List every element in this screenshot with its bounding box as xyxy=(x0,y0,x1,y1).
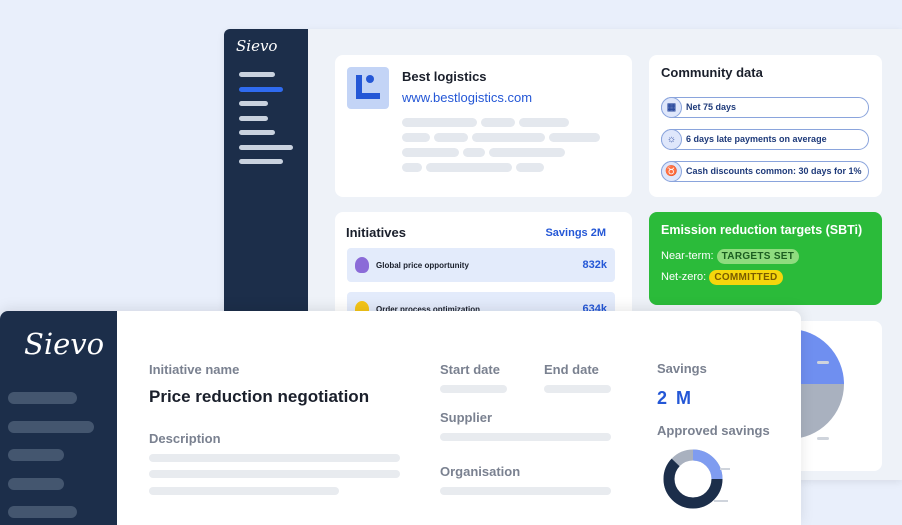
initiatives-savings: Savings 2M xyxy=(545,227,606,239)
lightbulb-icon: ☼ xyxy=(661,129,682,150)
initiative-row[interactable]: Global price opportunity 832k xyxy=(347,248,615,282)
sidebar-item[interactable] xyxy=(8,478,64,490)
sidebar-item-active[interactable] xyxy=(239,87,283,92)
supplier-label: Supplier xyxy=(440,410,493,425)
sidebar-item[interactable] xyxy=(239,159,283,164)
targets-set-badge: TARGETS SET xyxy=(716,249,800,264)
calendar-icon: ▦ xyxy=(661,97,682,118)
donut-highlight-arc xyxy=(692,449,723,480)
savings-label: Savings xyxy=(657,361,707,376)
end-date-field[interactable] xyxy=(544,385,611,393)
community-item: ▦ Net 75 days xyxy=(661,97,869,118)
sievo-logo: Sievo xyxy=(236,37,278,55)
supplier-logo-icon xyxy=(347,67,389,109)
end-date-label: End date xyxy=(544,362,599,377)
sidebar-item[interactable] xyxy=(8,506,77,518)
sidebar-item[interactable] xyxy=(239,101,268,106)
sidebar-item[interactable] xyxy=(239,145,293,150)
initiative-name-value[interactable]: Price reduction negotiation xyxy=(149,387,369,407)
approved-savings-donut xyxy=(663,449,730,509)
sidebar-item[interactable] xyxy=(239,72,275,77)
community-item: ☼ 6 days late payments on average xyxy=(661,129,869,150)
community-data-card: Community data ▦ Net 75 days ☼ 6 days la… xyxy=(649,55,882,197)
near-term-label: Near-term: xyxy=(661,250,714,262)
approved-savings-label: Approved savings xyxy=(657,423,770,438)
sidebar-item[interactable] xyxy=(239,116,268,121)
emission-targets-title: Emission reduction targets (SBTi) xyxy=(661,223,863,237)
committed-badge: COMMITTED xyxy=(709,270,783,285)
community-data-title: Community data xyxy=(661,65,763,80)
initiative-detail-window: Sievo Initiative name Price reduction ne… xyxy=(0,311,801,525)
savings-value: 2 M xyxy=(657,388,694,408)
money-bag-icon xyxy=(355,257,369,273)
emission-targets-card: Emission reduction targets (SBTi) Near-t… xyxy=(649,212,882,305)
piggy-bank-icon: ♉ xyxy=(661,161,682,182)
sidebar-item[interactable] xyxy=(8,421,94,433)
sidebar-item[interactable] xyxy=(8,449,64,461)
net-zero-label: Net-zero: xyxy=(661,271,707,283)
initiative-name-label: Initiative name xyxy=(149,362,240,377)
sievo-logo: Sievo xyxy=(24,327,105,361)
organisation-label: Organisation xyxy=(440,464,521,479)
start-date-field[interactable] xyxy=(440,385,507,393)
community-item: ♉ Cash discounts common: 30 days for 1% xyxy=(661,161,869,182)
supplier-field[interactable] xyxy=(440,433,611,441)
description-field[interactable] xyxy=(149,454,400,462)
initiatives-title: Initiatives xyxy=(346,225,406,240)
start-date-label: Start date xyxy=(440,362,500,377)
organisation-field[interactable] xyxy=(440,487,611,495)
supplier-name: Best logistics xyxy=(402,69,487,84)
supplier-url-link[interactable]: www.bestlogistics.com xyxy=(402,90,532,105)
front-sidebar: Sievo xyxy=(0,311,117,525)
sidebar-item[interactable] xyxy=(8,392,77,404)
supplier-card: Best logistics www.bestlogistics.com xyxy=(335,55,632,197)
sidebar-item[interactable] xyxy=(239,130,275,135)
description-label: Description xyxy=(149,431,221,446)
